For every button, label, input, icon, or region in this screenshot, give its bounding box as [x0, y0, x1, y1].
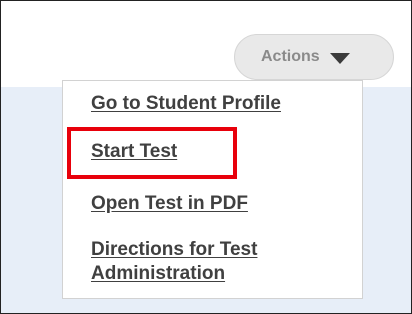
menu-item-open-test-in-pdf[interactable]: Open Test in PDF: [91, 192, 248, 216]
actions-menu: Go to Student Profile Start Test Open Te…: [62, 80, 363, 299]
actions-dropdown-button[interactable]: Actions: [234, 34, 394, 80]
menu-item-start-test[interactable]: Start Test: [91, 140, 177, 164]
actions-label: Actions: [261, 48, 320, 65]
menu-item-directions-for-test-administration[interactable]: Directions for Test Administration: [91, 238, 331, 286]
caret-down-icon: [329, 53, 350, 64]
screenshot-frame: Actions Go to Student Profile Start Test…: [0, 0, 412, 314]
menu-item-go-to-student-profile[interactable]: Go to Student Profile: [91, 92, 281, 116]
